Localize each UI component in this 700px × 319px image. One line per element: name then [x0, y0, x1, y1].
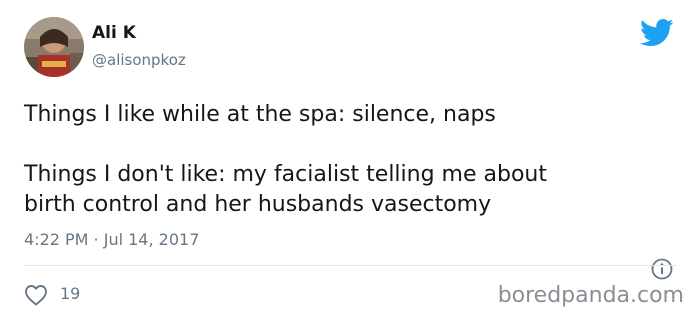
- avatar[interactable]: [24, 17, 84, 77]
- info-icon[interactable]: [651, 258, 673, 280]
- tweet-timestamp[interactable]: 4:22 PM · Jul 14, 2017: [24, 230, 199, 249]
- tweet-line: birth control and her husbands vasectomy: [24, 192, 492, 217]
- display-name[interactable]: Ali K: [92, 23, 136, 43]
- tweet-line: Things I don't like: my facialist tellin…: [24, 162, 547, 187]
- like-count: 19: [60, 284, 81, 303]
- twitter-bird-icon[interactable]: [640, 18, 674, 48]
- user-handle[interactable]: @alisonpkoz: [92, 51, 186, 69]
- tweet-card: Ali K @alisonpkoz Things I like while at…: [0, 0, 700, 319]
- tweet-text: Things I like while at the spa: silence,…: [24, 100, 684, 220]
- avatar-image: [24, 17, 84, 77]
- heart-icon[interactable]: [24, 284, 48, 306]
- tweet-line: Things I like while at the spa: silence,…: [24, 102, 496, 127]
- divider: [24, 265, 676, 266]
- watermark: boredpanda.com: [497, 283, 684, 308]
